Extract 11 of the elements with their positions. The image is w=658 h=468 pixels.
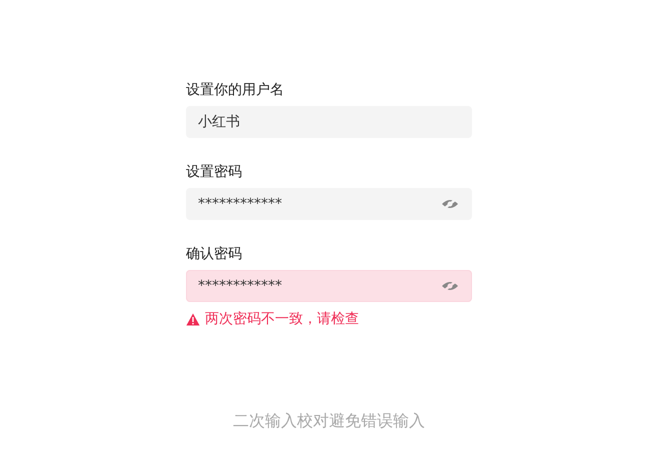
input-field[interactable]: 小红书 [186, 106, 472, 138]
password-field[interactable]: ************ [186, 188, 472, 220]
field-label: 确认密码 [186, 245, 243, 264]
eye-slash-icon[interactable] [441, 280, 459, 292]
field-label: 设置你的用户名 [186, 81, 285, 100]
caption: 二次输入校对避免错误输入 [233, 411, 425, 432]
warning-icon [186, 312, 200, 326]
field-label: 设置密码 [186, 163, 243, 182]
eye-slash-icon[interactable] [441, 198, 459, 210]
error-message: 两次密码不一致，请检查 [205, 310, 359, 328]
password-field[interactable]: ************ [186, 270, 472, 302]
